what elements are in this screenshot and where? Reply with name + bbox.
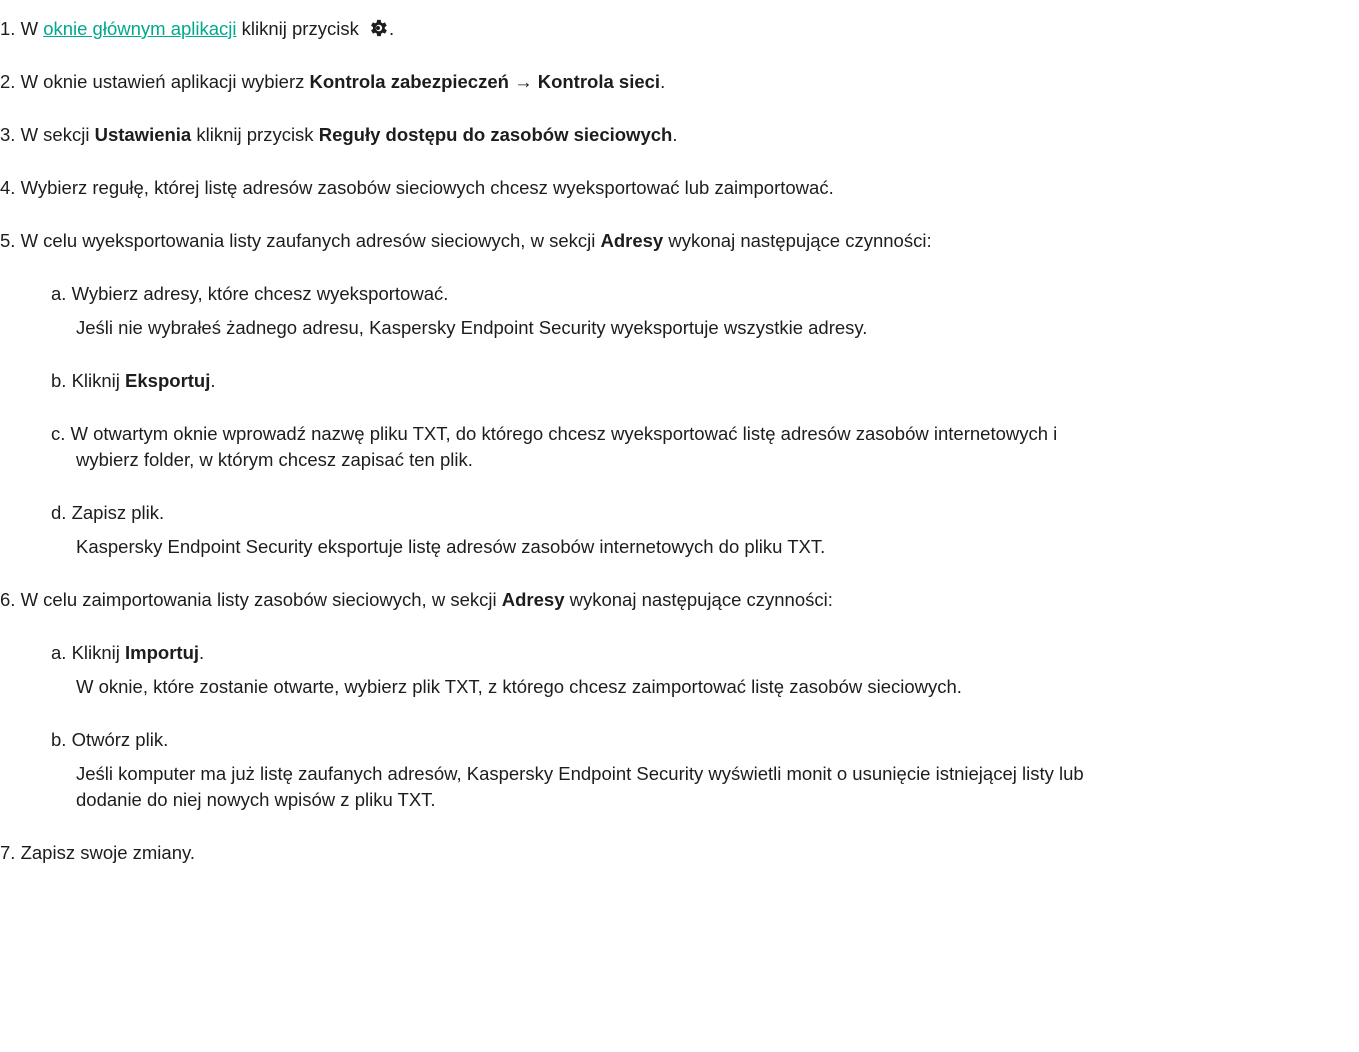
bold-term: Adresy — [501, 589, 565, 610]
bold-term: Reguły dostępu do zasobów sieciowych — [318, 124, 673, 145]
substep-6b: b. Otwórz plik. Jeśli komputer ma już li… — [51, 727, 1084, 813]
arrow-separator: → — [508, 71, 538, 92]
step-text: Wybierz regułę, której listę adresów zas… — [15, 177, 834, 198]
step-6: 6. W celu zaimportowania listy zasobów s… — [0, 587, 833, 613]
substep-note: Kaspersky Endpoint Security eksportuje l… — [76, 536, 826, 557]
main-window-link[interactable]: oknie głównym aplikacji — [43, 18, 236, 39]
step-number: 5. — [0, 230, 16, 251]
step-text: wykonaj następujące czynności: — [564, 589, 833, 610]
substep-5c: c. W otwartym oknie wprowadź nazwę pliku… — [51, 421, 1057, 473]
bold-term: Kontrola sieci — [537, 71, 661, 92]
substep-text: Kliknij — [66, 642, 126, 663]
step-text: kliknij przycisk — [236, 18, 364, 39]
step-text: . — [672, 124, 678, 145]
step-number: 6. — [0, 589, 16, 610]
substep-letter: c. — [51, 423, 66, 444]
step-text: W oknie ustawień aplikacji wybierz — [15, 71, 310, 92]
substep-note: Jeśli nie wybrałeś żadnego adresu, Kaspe… — [76, 317, 868, 338]
substep-6a: a. Kliknij Importuj. W oknie, które zost… — [51, 640, 962, 700]
substep-5a: a. Wybierz adresy, które chcesz wyekspor… — [51, 281, 867, 341]
step-text: W celu zaimportowania listy zasobów siec… — [15, 589, 502, 610]
substep-letter: d. — [51, 502, 67, 523]
step-number: 7. — [0, 842, 16, 863]
step-3: 3. W sekcji Ustawienia kliknij przycisk … — [0, 122, 677, 148]
substep-note: Jeśli komputer ma już listę zaufanych ad… — [76, 763, 1084, 784]
step-number: 1. — [0, 18, 16, 39]
step-7: 7. Zapisz swoje zmiany. — [0, 840, 195, 866]
step-text: Zapisz swoje zmiany. — [15, 842, 196, 863]
substep-text: Wybierz adresy, które chcesz wyeksportow… — [66, 283, 449, 304]
substep-text: . — [210, 370, 216, 391]
step-2: 2. W oknie ustawień aplikacji wybierz Ko… — [0, 69, 665, 95]
bold-term: Adresy — [600, 230, 664, 251]
step-text: . — [388, 18, 395, 39]
substep-text: . — [199, 642, 205, 663]
substep-text: Zapisz plik. — [66, 502, 165, 523]
bold-term: Eksportuj — [125, 370, 211, 391]
bold-term: Kontrola zabezpieczeń — [309, 71, 509, 92]
step-text: kliknij przycisk — [191, 124, 319, 145]
step-4: 4. Wybierz regułę, której listę adresów … — [0, 175, 834, 201]
substep-text: W otwartym oknie wprowadź nazwę pliku TX… — [65, 423, 1058, 444]
step-text: W celu wyeksportowania listy zaufanych a… — [15, 230, 601, 251]
substep-note: W oknie, które zostanie otwarte, wybierz… — [76, 676, 962, 697]
bold-term: Ustawienia — [94, 124, 192, 145]
step-text: W — [15, 18, 44, 39]
substep-text-continued: wybierz folder, w którym chcesz zapisać … — [76, 449, 473, 470]
substep-note-continued: dodanie do niej nowych wpisów z pliku TX… — [76, 789, 436, 810]
substep-letter: a. — [51, 283, 67, 304]
step-number: 2. — [0, 71, 16, 92]
step-number: 4. — [0, 177, 16, 198]
substep-letter: a. — [51, 642, 67, 663]
step-text: wykonaj następujące czynności: — [663, 230, 932, 251]
gear-icon — [367, 17, 389, 39]
substep-text: Kliknij — [66, 370, 126, 391]
substep-5d: d. Zapisz plik. Kaspersky Endpoint Secur… — [51, 500, 825, 560]
substep-text: Otwórz plik. — [66, 729, 169, 750]
step-1: 1. W oknie głównym aplikacji kliknij prz… — [0, 16, 394, 42]
bold-term: Importuj — [125, 642, 200, 663]
substep-letter: b. — [51, 729, 67, 750]
substep-5b: b. Kliknij Eksportuj. — [51, 368, 216, 394]
step-5: 5. W celu wyeksportowania listy zaufanyc… — [0, 228, 932, 254]
step-number: 3. — [0, 124, 16, 145]
step-text: W sekcji — [15, 124, 95, 145]
step-text: . — [660, 71, 666, 92]
substep-letter: b. — [51, 370, 67, 391]
